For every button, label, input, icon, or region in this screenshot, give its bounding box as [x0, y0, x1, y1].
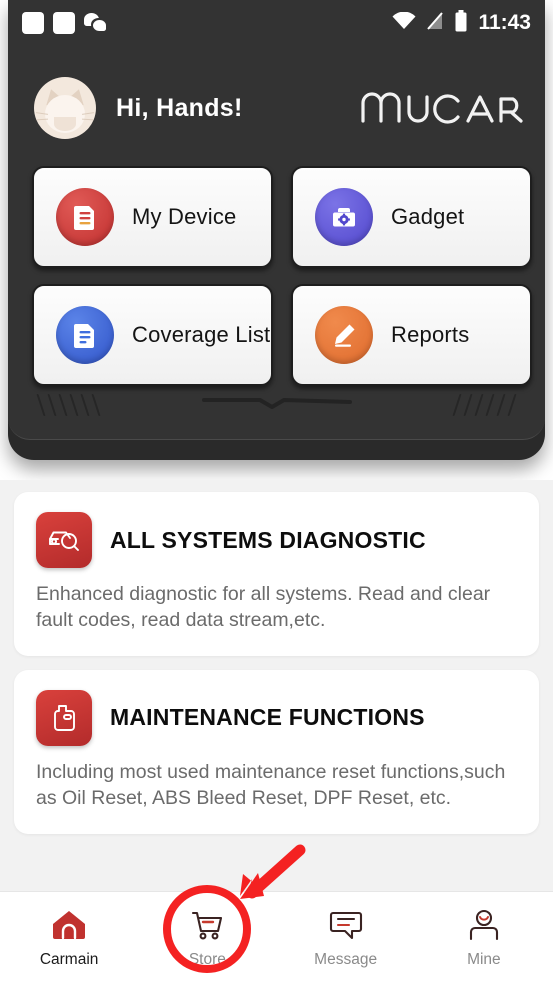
tile-my-device[interactable]: My Device — [32, 166, 273, 268]
app-square-icon — [53, 12, 75, 34]
nav-item-store[interactable]: Store — [138, 892, 276, 983]
tile-label: Reports — [391, 322, 470, 347]
vent-lines-left — [36, 394, 101, 416]
nav-item-message[interactable]: Message — [277, 892, 415, 983]
toolbox-icon — [315, 188, 373, 246]
app-screen: 11:43 Hi, Hands! My Device Gadget Covera… — [0, 0, 553, 983]
cat-avatar[interactable] — [34, 77, 96, 139]
mucar-logo — [361, 91, 523, 125]
nav-label: Mine — [467, 950, 501, 968]
tile-label: My Device — [132, 204, 237, 229]
card-description: Enhanced diagnostic for all systems. Rea… — [36, 583, 491, 631]
status-bar-left — [22, 12, 108, 34]
hero-panel-body: 11:43 Hi, Hands! My Device Gadget Covera… — [8, 0, 545, 440]
tile-coverage-list[interactable]: Coverage List — [32, 284, 273, 386]
document-icon — [56, 306, 114, 364]
card-header: ALL SYSTEMS DIAGNOSTIC — [36, 512, 517, 568]
pencil-icon — [315, 306, 373, 364]
card-maintenance-functions[interactable]: MAINTENANCE FUNCTIONS Including most use… — [14, 669, 539, 834]
card-title: ALL SYSTEMS DIAGNOSTIC — [110, 526, 426, 553]
hero-panel: 11:43 Hi, Hands! My Device Gadget Covera… — [0, 0, 553, 470]
tile-label: Gadget — [391, 204, 465, 229]
nav-label: Carmain — [39, 950, 99, 968]
cart-icon — [188, 907, 226, 943]
message-icon — [327, 907, 365, 943]
function-card-list[interactable]: ALL SYSTEMS DIAGNOSTIC Enhanced diagnost… — [0, 480, 553, 892]
wifi-icon — [392, 11, 416, 35]
tile-gadget[interactable]: Gadget — [291, 166, 532, 268]
card-all-systems-diagnostic[interactable]: ALL SYSTEMS DIAGNOSTIC Enhanced diagnost… — [14, 492, 539, 656]
oil-can-icon — [36, 689, 92, 746]
quick-tiles: My Device Gadget Coverage List Reports — [32, 166, 532, 386]
card-header: MAINTENANCE FUNCTIONS — [36, 689, 517, 746]
greeting-text: Hi, Hands! — [116, 93, 243, 122]
wechat-icon — [84, 13, 108, 33]
home-icon — [50, 907, 88, 943]
nav-label: Message — [314, 950, 378, 968]
car-scan-icon — [36, 512, 92, 568]
battery-icon — [454, 9, 468, 37]
nav-item-mine[interactable]: Mine — [415, 892, 553, 983]
status-bar-clock: 11:43 — [478, 11, 531, 34]
nav-item-carmain[interactable]: Carmain — [0, 892, 138, 983]
status-bar-right: 11:43 — [392, 9, 531, 37]
bottom-navigation: Carmain Store Message Mine — [0, 891, 553, 983]
device-notch — [201, 394, 352, 417]
greeting-row: Hi, Hands! — [8, 72, 545, 144]
vent-lines-right — [452, 394, 517, 416]
card-description: Including most used maintenance reset fu… — [36, 760, 506, 809]
device-icon — [56, 188, 114, 246]
nav-label: Store — [188, 950, 226, 968]
person-icon — [465, 907, 503, 943]
tile-label: Coverage List — [132, 322, 271, 347]
device-bottom-decoration — [8, 386, 545, 440]
status-bar: 11:43 — [8, 0, 545, 46]
tile-reports[interactable]: Reports — [291, 284, 532, 386]
card-title: MAINTENANCE FUNCTIONS — [110, 704, 425, 731]
app-square-icon — [22, 12, 44, 34]
signal-off-icon — [426, 11, 444, 36]
